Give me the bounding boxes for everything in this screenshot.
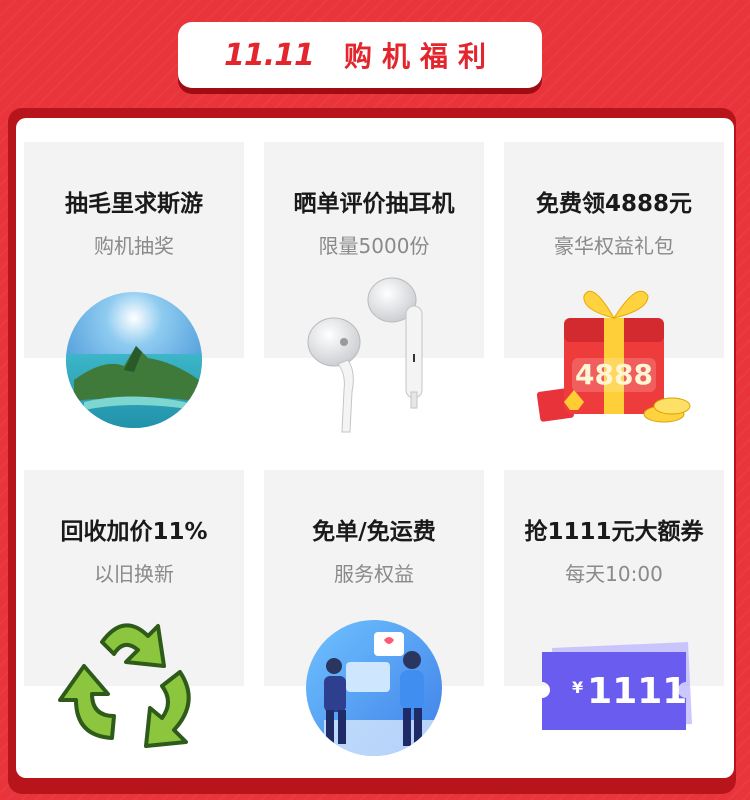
card-title: 免单/免运费	[312, 519, 436, 545]
benefit-card-recycle[interactable]: 回收加价11% 以旧换新	[24, 470, 244, 770]
earphones-icon	[307, 277, 423, 433]
service-people-icon	[306, 620, 442, 756]
gift-amount-label: 4888	[575, 358, 653, 391]
benefit-card-earphones[interactable]: 晒单评价抽耳机 限量5000份	[264, 142, 484, 442]
card-title: 抽毛里求斯游	[65, 191, 203, 217]
island-photo-icon	[66, 292, 202, 428]
card-title: 免费领4888元	[535, 191, 692, 217]
card-title: 抢1111元大额券	[524, 519, 704, 545]
recycle-icon	[58, 623, 191, 748]
event-date-label: 11.11	[224, 37, 315, 73]
card-subtitle: 每天10:00	[565, 562, 663, 586]
benefit-card-gift[interactable]: 免费领4888元 豪华权益礼包 4888	[504, 142, 724, 442]
header-title-tab: 11.11 购机福利	[178, 22, 542, 88]
card-subtitle: 限量5000份	[318, 234, 430, 258]
coupon-amount-label: ¥1111	[572, 671, 687, 712]
card-title: 晒单评价抽耳机	[293, 191, 455, 217]
card-subtitle: 以旧换新	[94, 562, 174, 586]
benefit-card-trip[interactable]: 抽毛里求斯游 购机抽奖	[24, 142, 244, 442]
page-title: 购机福利	[343, 40, 496, 73]
card-subtitle: 服务权益	[334, 562, 414, 586]
card-title: 回收加价11%	[60, 519, 208, 545]
benefit-card-coupon[interactable]: 抢1111元大额券 每天10:00 ¥1111	[504, 470, 724, 770]
benefit-card-free-shipping[interactable]: 免单/免运费 服务权益	[264, 470, 484, 770]
card-subtitle: 购机抽奖	[94, 234, 174, 258]
gift-box-icon: 4888	[536, 290, 691, 423]
card-subtitle: 豪华权益礼包	[554, 234, 674, 258]
coupon-icon: ¥1111	[542, 642, 692, 730]
